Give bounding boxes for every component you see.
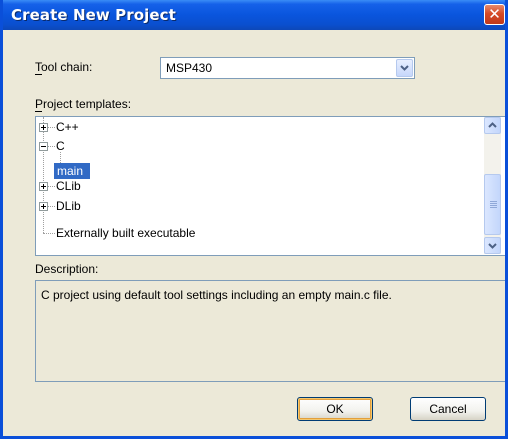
- scroll-thumb[interactable]: [484, 174, 501, 235]
- toolchain-dropdown-button[interactable]: [396, 59, 413, 77]
- templates-scrollbar[interactable]: [484, 117, 501, 254]
- scroll-down-button[interactable]: [484, 237, 501, 254]
- templates-label-text: Project templates:: [35, 97, 132, 111]
- project-templates-tree[interactable]: C++ C CLib DLib Externally built executa…: [35, 116, 505, 256]
- tree-item-label: main: [57, 164, 84, 178]
- tree-item-dlib[interactable]: DLib: [36, 198, 476, 214]
- description-label: Description:: [35, 262, 98, 276]
- plus-icon[interactable]: [39, 123, 48, 132]
- tree-item-label: C: [56, 139, 65, 153]
- minus-icon[interactable]: [39, 142, 48, 151]
- toolchain-label-text: Tool chain:: [35, 60, 93, 74]
- templates-label-accelerator-underline: [35, 111, 42, 112]
- scroll-up-icon: [488, 122, 497, 128]
- description-label-text: Description:: [35, 262, 99, 276]
- cancel-button-label: Cancel: [429, 402, 467, 416]
- cancel-button[interactable]: Cancel: [410, 397, 486, 421]
- tree-item-label: Externally built executable: [56, 226, 196, 240]
- toolchain-select[interactable]: MSP430: [160, 57, 415, 79]
- tree-item-externally-built-executable[interactable]: Externally built executable: [36, 225, 476, 241]
- close-icon: ✕: [488, 5, 501, 23]
- toolchain-label: Tool chain:: [35, 60, 92, 74]
- tree-item-cpp[interactable]: C++: [36, 119, 476, 135]
- toolchain-label-accelerator-underline: [35, 74, 42, 75]
- ok-button-label: OK: [326, 402, 344, 416]
- tree-item-label: CLib: [56, 179, 81, 193]
- tree-item-label: C++: [56, 120, 79, 134]
- tree-item-c[interactable]: C: [36, 138, 476, 154]
- plus-icon[interactable]: [39, 182, 48, 191]
- description-box: C project using default tool settings in…: [35, 280, 505, 382]
- tree-item-clib[interactable]: CLib: [36, 178, 476, 194]
- dialog-title: Create New Project: [11, 6, 176, 24]
- title-bar[interactable]: Create New Project ✕: [3, 0, 505, 30]
- plus-icon[interactable]: [39, 202, 48, 211]
- templates-label: Project templates:: [35, 97, 131, 111]
- scroll-down-icon: [488, 243, 497, 249]
- scroll-up-button[interactable]: [484, 117, 501, 134]
- description-text: C project using default tool settings in…: [41, 288, 392, 302]
- toolchain-select-value: MSP430: [166, 61, 213, 75]
- chevron-down-icon: [400, 65, 409, 71]
- ok-button[interactable]: OK: [297, 397, 373, 421]
- tree-item-main[interactable]: main: [54, 163, 90, 179]
- create-new-project-dialog: Create New Project ✕ Tool chain: MSP430 …: [0, 0, 508, 439]
- tree-item-label: DLib: [56, 199, 81, 213]
- close-button[interactable]: ✕: [484, 4, 505, 25]
